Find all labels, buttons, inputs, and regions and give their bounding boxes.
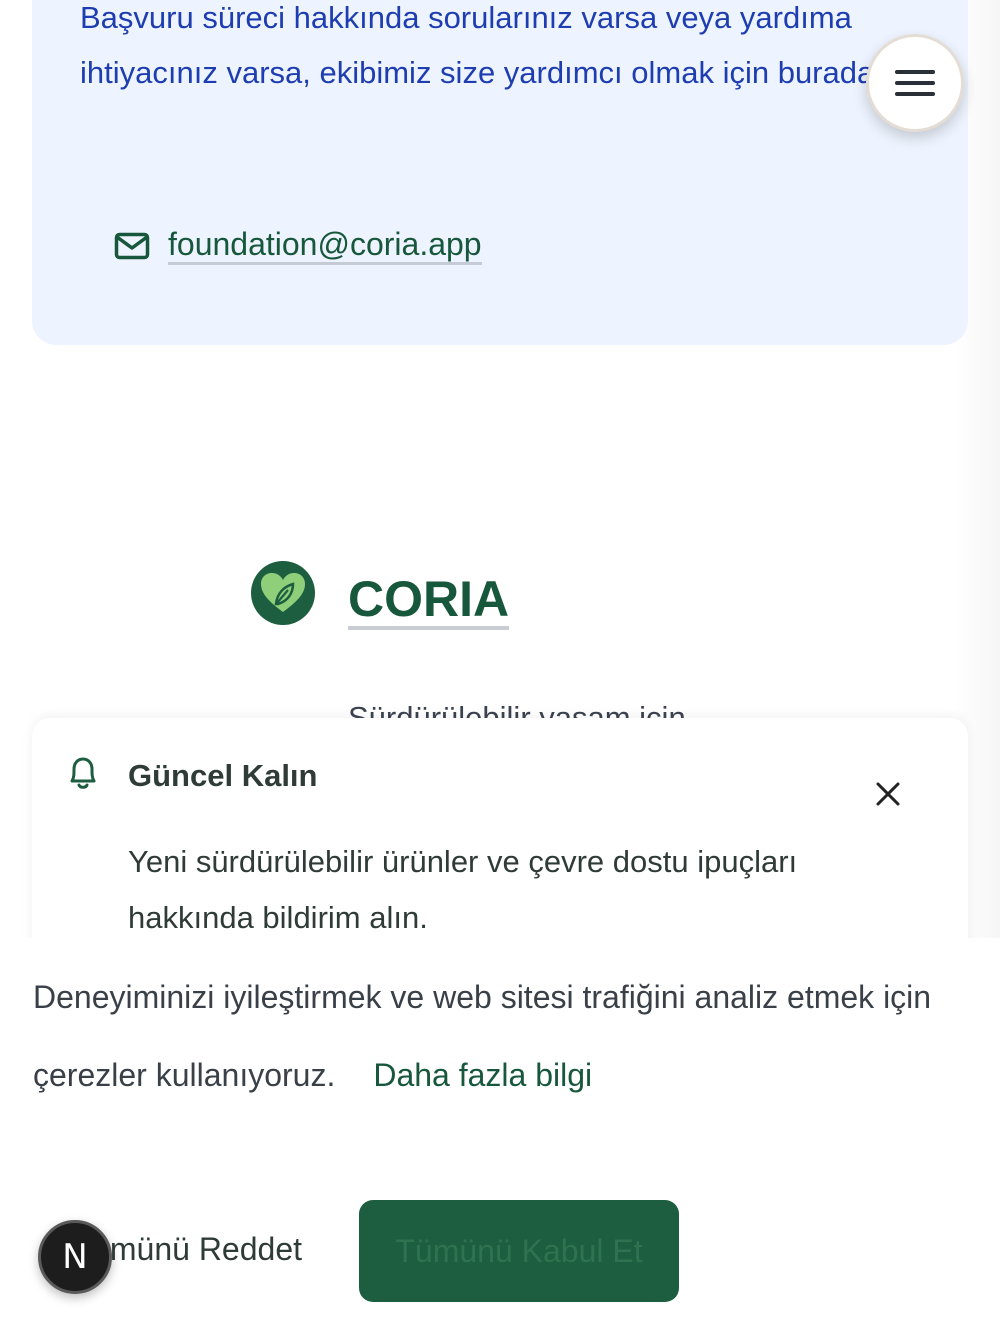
email-row[interactable]: foundation@coria.app [114,226,482,265]
cookie-banner: Deneyiminizi iyileştirmek ve web sitesi … [0,938,1000,1334]
brand-name-link[interactable]: CORIA [348,572,510,630]
heart-leaf-logo [251,561,315,625]
mail-icon [114,232,150,260]
close-icon[interactable] [875,781,901,812]
learn-more-link[interactable]: Daha fazla bilgi [373,1057,592,1093]
notification-card: Güncel Kalın Yeni sürdürülebilir ürünler… [32,718,968,958]
bell-icon [66,754,100,797]
email-link[interactable]: foundation@coria.app [168,226,482,265]
dev-tools-badge[interactable]: N [38,1220,112,1294]
cookie-text-block: Deneyiminizi iyileştirmek ve web sitesi … [33,958,963,1114]
menu-button[interactable] [866,34,964,132]
hamburger-menu-icon [895,63,935,103]
help-card: Başvuru süreci hakkında sorularınız vars… [32,0,968,345]
help-text: Başvuru süreci hakkında sorularınız vars… [80,0,883,90]
notification-title: Güncel Kalın [128,758,318,793]
page: Başvuru süreci hakkında sorularınız vars… [0,0,1000,1334]
notification-body: Yeni sürdürülebilir ürünler ve çevre dos… [128,844,798,935]
accept-all-button[interactable]: Tümünü Kabul Et [359,1200,679,1302]
